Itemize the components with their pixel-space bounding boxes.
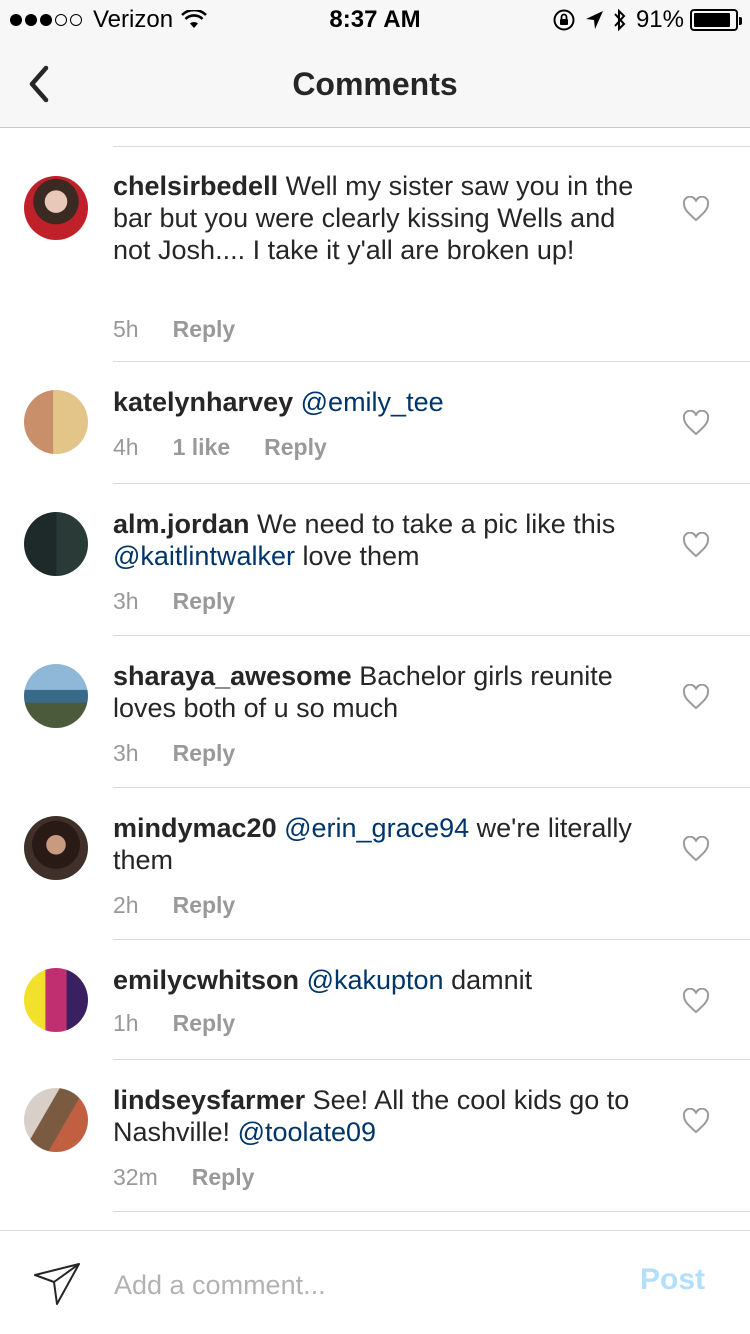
comment-mention[interactable]: @kaitlintwalker: [113, 541, 295, 571]
comment-body: alm.jordan We need to take a pic like th…: [113, 508, 653, 572]
comment-composer: Post: [0, 1230, 750, 1334]
comment-meta: 2h Reply: [113, 892, 269, 919]
reply-button[interactable]: Reply: [173, 588, 236, 615]
comment-username[interactable]: emilycwhitson: [113, 965, 299, 995]
heart-icon[interactable]: [682, 532, 710, 558]
bluetooth-icon: [614, 8, 626, 32]
comment-meta: 3h Reply: [113, 740, 269, 767]
avatar[interactable]: [24, 512, 88, 576]
comment-username[interactable]: lindseysfarmer: [113, 1085, 305, 1115]
comment-time: 32m: [113, 1164, 158, 1190]
comment-username[interactable]: sharaya_awesome: [113, 661, 352, 691]
location-arrow-icon: [585, 11, 603, 29]
comment-meta: 5h Reply: [113, 316, 269, 343]
list-item: sharaya_awesome Bachelor girls reunite l…: [0, 636, 750, 788]
comment-body: sharaya_awesome Bachelor girls reunite l…: [113, 660, 653, 724]
avatar[interactable]: [24, 968, 88, 1032]
comment-meta: 1h Reply: [113, 1010, 269, 1037]
comment-body: mindymac20 @erin_grace94 we're literally…: [113, 812, 653, 876]
page-title: Comments: [292, 66, 458, 102]
comment-time: 5h: [113, 316, 139, 342]
comment-time: 4h: [113, 434, 139, 460]
comment-meta: 32m Reply: [113, 1164, 288, 1191]
comment-meta: 3h Reply: [113, 588, 269, 615]
comment-meta: 4h 1 like Reply: [113, 434, 361, 461]
list-item: emilycwhitson @kakupton damnit 1h Reply: [0, 940, 750, 1060]
comment-mention[interactable]: @kakupton: [307, 965, 444, 995]
heart-icon[interactable]: [682, 1108, 710, 1134]
reply-button[interactable]: Reply: [264, 434, 327, 461]
reply-button[interactable]: Reply: [173, 740, 236, 767]
list-item: chelsirbedell Well my sister saw you in …: [0, 148, 750, 362]
status-right: 91%: [544, 6, 742, 34]
nav-header: Comments: [0, 40, 750, 128]
comment-mention[interactable]: @erin_grace94: [284, 813, 469, 843]
comment-body: emilycwhitson @kakupton damnit: [113, 964, 653, 996]
comment-time: 2h: [113, 892, 139, 918]
comment-username[interactable]: chelsirbedell: [113, 171, 278, 201]
comment-text: We need to take a pic like this: [257, 509, 616, 539]
avatar[interactable]: [24, 176, 88, 240]
comment-text-after: damnit: [451, 965, 533, 995]
divider: [113, 146, 750, 147]
comment-mention[interactable]: @toolate09: [238, 1117, 377, 1147]
reply-button[interactable]: Reply: [173, 892, 236, 919]
comment-time: 3h: [113, 588, 139, 614]
rotation-lock-icon: [553, 9, 575, 31]
comment-text-after: love them: [294, 541, 420, 571]
comments-list[interactable]: chelsirbedell Well my sister saw you in …: [0, 128, 750, 1228]
heart-icon[interactable]: [682, 196, 710, 222]
comment-username[interactable]: mindymac20: [113, 813, 277, 843]
battery-icon: [690, 9, 742, 31]
avatar[interactable]: [24, 816, 88, 880]
comment-body: katelynharvey @emily_tee: [113, 386, 653, 418]
avatar[interactable]: [24, 1088, 88, 1152]
reply-button[interactable]: Reply: [173, 1010, 236, 1037]
reply-button[interactable]: Reply: [192, 1164, 255, 1191]
comment-body: lindseysfarmer See! All the cool kids go…: [113, 1084, 653, 1148]
heart-icon[interactable]: [682, 684, 710, 710]
comment-username[interactable]: alm.jordan: [113, 509, 250, 539]
comment-username[interactable]: katelynharvey: [113, 387, 293, 417]
send-icon[interactable]: [32, 1261, 82, 1307]
comment-mention[interactable]: @emily_tee: [301, 387, 444, 417]
avatar[interactable]: [24, 390, 88, 454]
heart-icon[interactable]: [682, 410, 710, 436]
battery-percent: 91%: [635, 6, 684, 33]
list-item: mindymac20 @erin_grace94 we're literally…: [0, 788, 750, 940]
comment-body: chelsirbedell Well my sister saw you in …: [113, 170, 653, 266]
reply-button[interactable]: Reply: [173, 316, 236, 343]
list-item: katelynharvey @emily_tee 4h 1 like Reply: [0, 362, 750, 484]
like-count[interactable]: 1 like: [173, 434, 231, 461]
comment-input[interactable]: [114, 1265, 594, 1305]
divider: [113, 1211, 750, 1212]
avatar[interactable]: [24, 664, 88, 728]
post-button[interactable]: Post: [640, 1263, 705, 1297]
list-item: alm.jordan We need to take a pic like th…: [0, 484, 750, 636]
status-bar: Verizon 8:37 AM 91%: [0, 0, 750, 40]
comment-time: 3h: [113, 740, 139, 766]
heart-icon[interactable]: [682, 988, 710, 1014]
list-item: lindseysfarmer See! All the cool kids go…: [0, 1060, 750, 1212]
heart-icon[interactable]: [682, 836, 710, 862]
comment-time: 1h: [113, 1010, 139, 1036]
